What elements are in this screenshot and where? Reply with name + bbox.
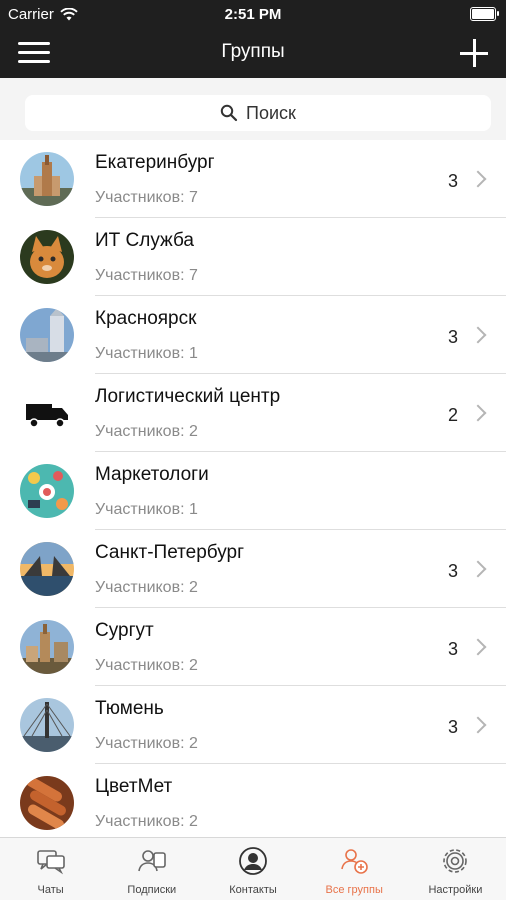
list-item[interactable]: Сургут Участников: 2 3: [0, 608, 506, 686]
unread-count: 2: [447, 405, 458, 425]
add-group-button[interactable]: [460, 39, 488, 67]
unread-count: 3: [447, 561, 458, 581]
chat-icon: [36, 850, 65, 875]
search-placeholder: Поиск: [246, 102, 296, 123]
group-avatar: [20, 542, 74, 596]
group-members: Участников: 1: [95, 501, 198, 518]
group-name: Логистический центр: [95, 386, 281, 407]
tab-label: Контакты: [229, 884, 277, 896]
tab-label: Настройки: [428, 884, 483, 896]
group-name: Сургут: [95, 620, 154, 641]
list-item[interactable]: Тюмень Участников: 2 3: [0, 686, 506, 764]
list-item[interactable]: ЦветМет Участников: 2: [0, 764, 506, 838]
tab-label: Чаты: [37, 884, 64, 896]
chevron-right-icon: [469, 716, 487, 734]
list-item[interactable]: Екатеринбург Участников: 7 3: [0, 140, 506, 218]
unread-count: 3: [447, 717, 458, 737]
group-members: Участников: 7: [95, 267, 198, 284]
group-members: Участников: 2: [95, 813, 198, 830]
truck-icon: [26, 404, 68, 428]
search-area: Поиск: [0, 78, 506, 148]
group-avatar: [20, 464, 74, 518]
group-avatar: [20, 152, 74, 206]
group-name: ИТ Служба: [95, 230, 194, 251]
chevron-right-icon: [469, 638, 487, 656]
battery-icon: [470, 7, 499, 21]
group-members: Участников: 1: [95, 345, 198, 362]
group-avatar: [20, 230, 74, 284]
list-item[interactable]: ИТ Служба Участников: 7: [0, 218, 506, 296]
group-avatar: [20, 620, 74, 674]
tab-chats[interactable]: Чаты: [0, 838, 101, 900]
tab-subscriptions[interactable]: Подписки: [101, 838, 202, 900]
list-item[interactable]: Маркетологи Участников: 1: [0, 452, 506, 530]
page-title: Группы: [221, 41, 285, 62]
group-avatar: [20, 386, 74, 440]
list-item[interactable]: Санкт-Петербург Участников: 2 3: [0, 530, 506, 608]
group-name: Тюмень: [95, 698, 164, 719]
unread-count: 3: [447, 327, 458, 347]
contacts-icon: [239, 847, 267, 875]
group-members: Участников: 2: [95, 657, 198, 674]
unread-count: 3: [447, 639, 458, 659]
group-avatar: [20, 308, 74, 362]
unread-count: 3: [447, 171, 458, 191]
tab-bar: Чаты Подписки Контакты Все группы Настро…: [0, 837, 506, 900]
all-groups-icon: [341, 849, 369, 874]
group-name: Маркетологи: [95, 464, 209, 485]
subscriptions-icon: [138, 850, 166, 872]
search-icon: [220, 104, 238, 122]
tab-settings[interactable]: Настройки: [405, 838, 506, 900]
chevron-right-icon: [469, 404, 487, 422]
clock: 2:51 PM: [224, 6, 282, 23]
group-name: Екатеринбург: [95, 152, 215, 173]
chevron-right-icon: [469, 326, 487, 344]
group-members: Участников: 2: [95, 579, 198, 596]
group-members: Участников: 7: [95, 189, 198, 206]
group-name: Санкт-Петербург: [95, 542, 245, 563]
group-name: ЦветМет: [95, 776, 173, 797]
list-item[interactable]: Красноярск Участников: 1 3: [0, 296, 506, 374]
group-name: Красноярск: [95, 308, 197, 329]
tab-label: Подписки: [127, 884, 177, 896]
navigation-bar: Группы: [0, 28, 506, 78]
tab-label: Все группы: [325, 884, 383, 896]
group-avatar: [20, 698, 74, 752]
group-members: Участников: 2: [95, 423, 198, 440]
groups-list: Екатеринбург Участников: 7 3 ИТ Служба У…: [0, 140, 506, 838]
chevron-right-icon: [469, 170, 487, 188]
tab-contacts[interactable]: Контакты: [202, 838, 303, 900]
list-item[interactable]: Логистический центр Участников: 2 2: [0, 374, 506, 452]
group-avatar: [20, 776, 74, 830]
group-members: Участников: 2: [95, 735, 198, 752]
settings-icon: [443, 849, 468, 873]
chevron-right-icon: [469, 560, 487, 578]
status-bar: Carrier 2:51 PM: [0, 0, 506, 28]
tab-all-groups[interactable]: Все группы: [304, 838, 405, 900]
search-input[interactable]: Поиск: [25, 95, 491, 131]
